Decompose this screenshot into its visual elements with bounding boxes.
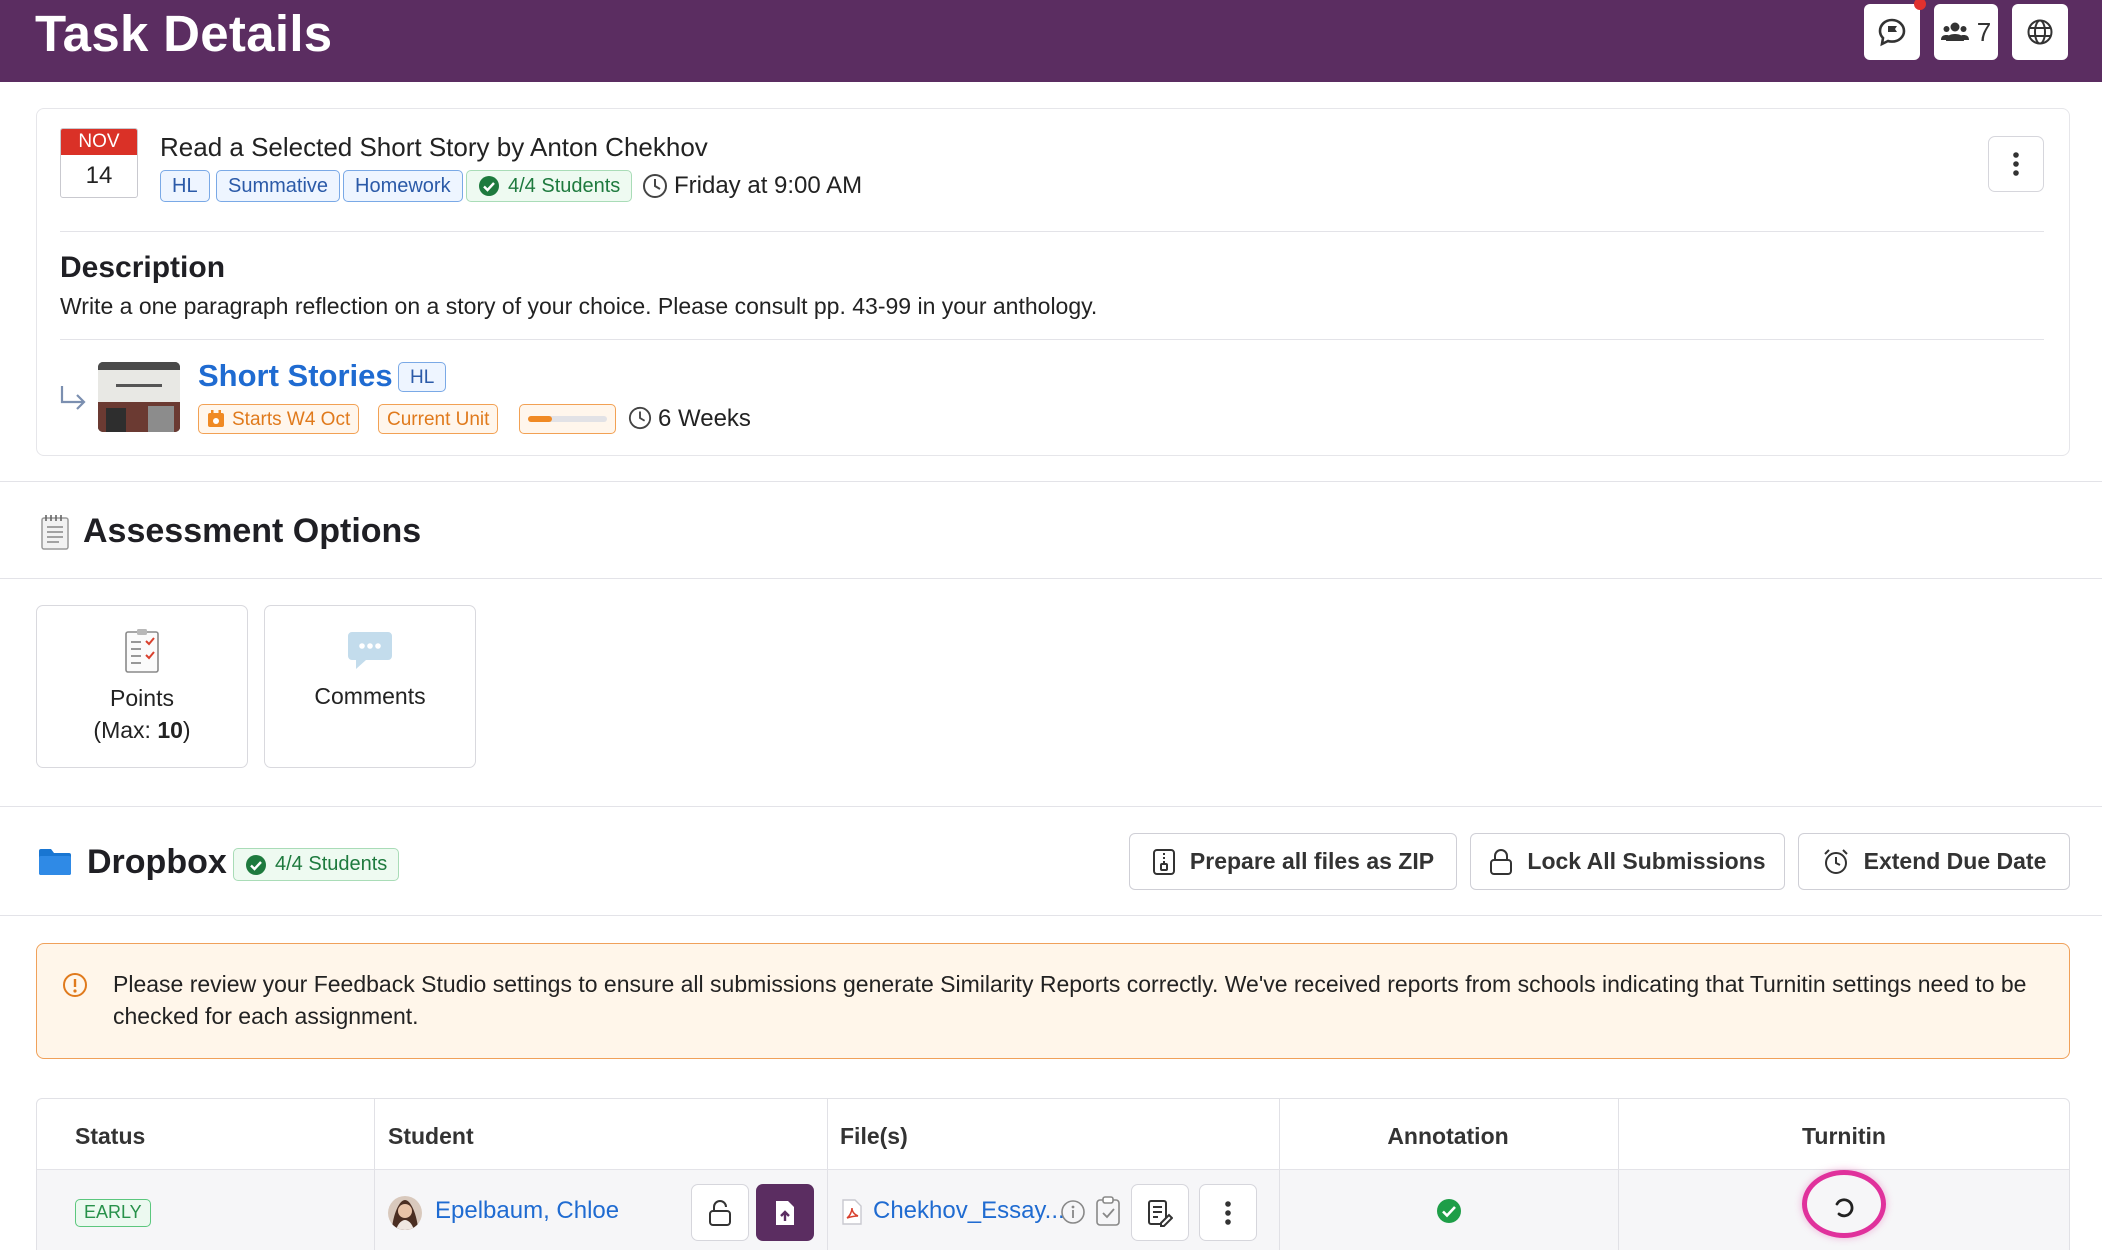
unit-start-tag: Starts W4 Oct [198,404,360,434]
tag-level: HL [160,170,210,202]
divider [60,231,2044,232]
comments-option[interactable]: Comments [264,605,476,768]
dropbox-students-badge: 4/4 Students [233,848,400,881]
clock-icon [628,406,652,430]
warning-icon [62,972,88,998]
column-divider [827,1099,828,1250]
section-divider [0,481,2102,482]
kebab-icon [1224,1200,1232,1226]
check-circle-icon [478,175,500,197]
students-submitted-badge: 4/4 Students [466,170,633,202]
column-header-student[interactable]: Student [388,1120,474,1152]
lock-submission-button[interactable] [691,1184,749,1241]
unit-title-link[interactable]: Short Stories [198,356,393,396]
section-divider [0,578,2102,579]
lock-icon [1489,848,1513,876]
task-more-button[interactable] [1988,136,2044,192]
column-header-turnitin[interactable]: Turnitin [1619,1120,2069,1152]
unlock-icon [708,1199,732,1227]
loading-spinner-icon [1832,1196,1856,1220]
unit-duration: 6 Weeks [658,405,751,432]
globe-icon [2026,18,2054,46]
page-title: Task Details [35,5,333,62]
class-members-button[interactable]: 7 [1934,4,1998,60]
progress-track [528,416,607,422]
grade-submission-button[interactable] [1131,1184,1189,1241]
prepare-zip-button[interactable]: Prepare all files as ZIP [1129,833,1457,890]
dropbox-students-text: 4/4 Students [275,853,388,875]
submission-file-link[interactable]: Chekhov_Essay... [873,1195,1065,1227]
pdf-file-icon [841,1199,863,1225]
chat-flag-icon [1877,17,1907,47]
lock-all-button[interactable]: Lock All Submissions [1470,833,1785,890]
prepare-zip-label: Prepare all files as ZIP [1189,848,1435,874]
status-badge: EARLY [75,1199,151,1227]
points-max: (Max: 10) [93,717,191,743]
due-time: Friday at 9:00 AM [674,172,863,199]
assessment-options-heading: Assessment Options [83,512,422,550]
column-divider [1618,1099,1619,1250]
dropbox-heading: Dropbox [87,843,227,881]
language-button[interactable] [2012,4,2068,60]
student-name-link[interactable]: Epelbaum, Chloe [435,1195,619,1227]
lock-all-label: Lock All Submissions [1527,848,1766,874]
unit-level-tag: HL [398,362,447,392]
unit-start-text: Starts W4 Oct [232,408,351,430]
due-day: 14 [85,162,113,189]
due-month: NOV [61,129,137,155]
calendar-icon [207,410,225,428]
info-icon[interactable] [1060,1199,1086,1225]
description-text: Write a one paragraph reflection on a st… [60,293,1098,319]
upload-file-button[interactable] [756,1184,814,1241]
comments-label: Comments [314,683,426,709]
section-divider [0,915,2102,916]
points-label: Points [110,685,174,711]
column-divider [374,1099,375,1250]
progress-fill [528,416,552,422]
warning-text: Please review your Feedback Studio setti… [113,971,2027,1029]
feedback-button[interactable] [1864,0,1926,60]
current-unit-tag: Current Unit [378,404,499,434]
points-option[interactable]: Points (Max: 10) [36,605,248,768]
description-heading: Description [60,251,226,284]
kebab-icon [2012,151,2020,177]
alarm-clock-icon [1822,848,1850,876]
scoresheet-icon [121,628,163,674]
points-max-value: 10 [157,717,183,743]
folder-icon [38,848,72,876]
edit-document-icon [1147,1199,1173,1227]
extend-due-date-label: Extend Due Date [1863,848,2047,874]
column-header-status[interactable]: Status [75,1120,145,1152]
tag-summative: Summative [216,170,341,202]
column-divider [1279,1099,1280,1250]
section-divider [0,806,2102,807]
people-count: 7 [1976,16,1992,47]
extend-due-date-button[interactable]: Extend Due Date [1798,833,2070,890]
row-more-button[interactable] [1199,1184,1257,1241]
file-upload-icon [774,1199,796,1227]
clock-icon [642,173,668,199]
check-circle-icon [245,854,267,876]
due-date-calendar: NOV 14 [60,128,138,198]
speech-bubble-icon [346,628,394,672]
divider [60,339,2044,340]
avatar [388,1196,422,1230]
clipboard-check-icon[interactable] [1095,1195,1121,1227]
arrow-return-icon [58,384,88,412]
header-divider [37,1169,2069,1170]
students-submitted-text: 4/4 Students [508,174,621,197]
annotation-check-icon [1436,1198,1462,1224]
people-icon [1940,21,1969,43]
notepad-icon [38,513,72,551]
zip-file-icon [1152,848,1176,876]
unit-thumbnail[interactable] [98,362,180,432]
task-title: Read a Selected Short Story by Anton Che… [160,132,708,162]
unit-progress [519,404,616,434]
column-header-annotation[interactable]: Annotation [1279,1120,1617,1152]
tag-homework: Homework [343,170,463,202]
column-header-files[interactable]: File(s) [840,1120,908,1152]
